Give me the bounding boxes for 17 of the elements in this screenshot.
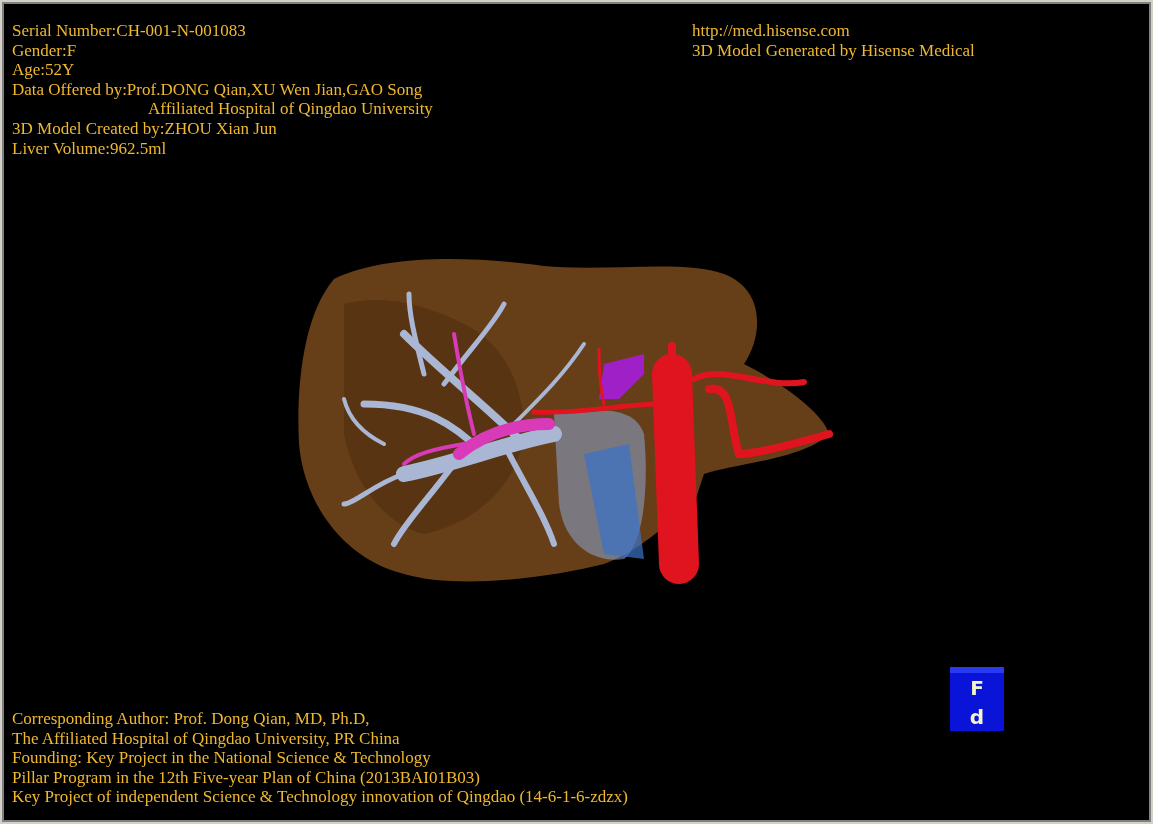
info-text: Liver Volume:962.5ml — [12, 138, 168, 159]
info-text: Founding: Key Project in the National Science & Technology — [12, 748, 432, 768]
info-text: http://med.hisense.com — [692, 21, 851, 41]
cube-face-label: F — [970, 677, 984, 698]
cube-face-label: d — [969, 706, 985, 727]
info-text: Pillar Program in the 12th Five-year Plan of China (2013BAI01B03) — [12, 767, 481, 788]
orientation-cube[interactable]: F d — [950, 667, 1004, 731]
info-text: Key Project of independent Science & Technology innovation of Qingdao (14-6-1-6-zdzx) — [12, 787, 628, 807]
info-text: Serial Number:CH-001-N-001083 — [12, 21, 247, 41]
info-text: Gender:F — [12, 40, 78, 61]
info-text: Corresponding Author: Prof. Dong Qian, MD, Ph.D, — [12, 709, 371, 729]
info-text: Data Offered by:Prof.DONG Qian,XU Wen Jian,GAO Song — [12, 79, 424, 100]
info-text: 3D Model Generated by Hisense Medical — [692, 40, 975, 61]
info-text: Age:52Y — [12, 60, 76, 80]
info-text: The Affiliated Hospital of Qingdao University, PR China — [12, 728, 401, 749]
info-text: Affiliated Hospital of Qingdao University — [147, 99, 433, 119]
info-text: 3D Model Created by:ZHOU Xian Jun — [12, 118, 278, 139]
